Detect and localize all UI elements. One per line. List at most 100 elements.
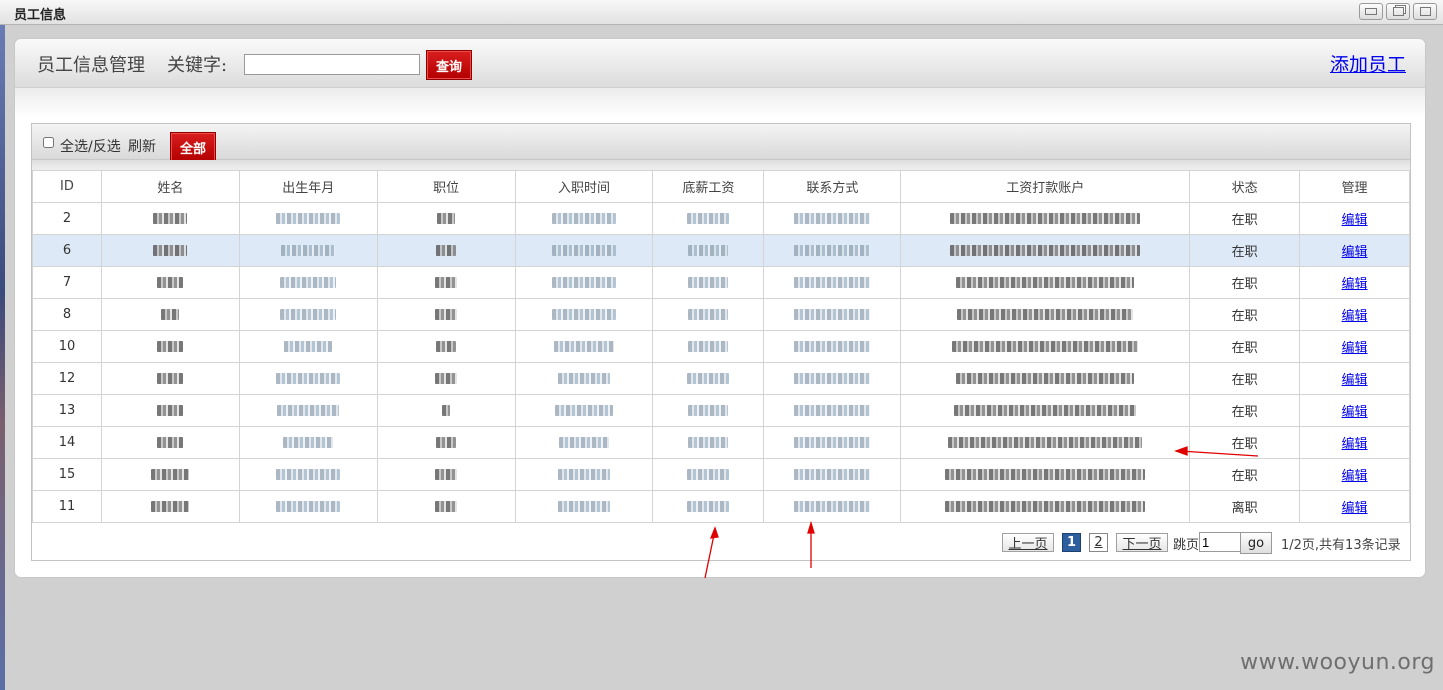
- cell-manage: 编辑: [1299, 298, 1410, 331]
- redacted-text: [688, 277, 729, 288]
- page-number-current[interactable]: 1: [1062, 533, 1081, 552]
- table-row[interactable]: 13 在职 编辑: [32, 394, 1410, 427]
- close-icon[interactable]: [1413, 3, 1437, 20]
- cell-name-masked: [100, 394, 240, 427]
- edit-link[interactable]: 编辑: [1342, 501, 1368, 516]
- table-header-row: ID 姓名 出生年月 职位 入职时间 底薪工资 联系方式 工资打款账户 状态 管…: [32, 170, 1410, 203]
- redacted-text: [957, 309, 1134, 320]
- redacted-text: [688, 437, 729, 448]
- employee-table: ID 姓名 出生年月 职位 入职时间 底薪工资 联系方式 工资打款账户 状态 管…: [32, 170, 1410, 523]
- cell-name-masked: [100, 330, 240, 363]
- edit-link[interactable]: 编辑: [1342, 309, 1368, 324]
- restore-icon[interactable]: [1386, 3, 1410, 20]
- column-header-contact[interactable]: 联系方式: [763, 170, 902, 203]
- cell-position-masked: [376, 234, 516, 267]
- cell-id: 8: [32, 298, 102, 331]
- redacted-text: [952, 341, 1139, 352]
- table-row[interactable]: 6 在职 编辑: [32, 234, 1410, 267]
- redacted-text: [436, 341, 457, 352]
- redacted-text: [153, 213, 188, 224]
- edit-link[interactable]: 编辑: [1342, 405, 1368, 420]
- column-header-hire-date[interactable]: 入职时间: [514, 170, 654, 203]
- table-row[interactable]: 10 在职 编辑: [32, 330, 1410, 363]
- column-header-id[interactable]: ID: [32, 170, 102, 203]
- table-row[interactable]: 2 在职 编辑: [32, 202, 1410, 235]
- add-employee-link[interactable]: 添加员工: [1330, 50, 1406, 77]
- column-header-status[interactable]: 状态: [1189, 170, 1301, 203]
- cell-id: 2: [32, 202, 102, 235]
- column-header-name[interactable]: 姓名: [100, 170, 240, 203]
- edit-link[interactable]: 编辑: [1342, 213, 1368, 228]
- table-row[interactable]: 11 离职 编辑: [32, 490, 1410, 523]
- redacted-text: [688, 245, 729, 256]
- table-row[interactable]: 12 在职 编辑: [32, 362, 1410, 395]
- cell-salary-masked: [652, 362, 765, 395]
- cell-birth-masked: [238, 490, 378, 523]
- cell-hire-date-masked: [514, 458, 654, 491]
- redacted-text: [276, 469, 341, 480]
- search-button[interactable]: 查询: [426, 50, 472, 80]
- redacted-text: [435, 501, 458, 512]
- cell-account-masked: [900, 490, 1191, 523]
- cell-contact-masked: [763, 458, 902, 491]
- redacted-text: [552, 277, 617, 288]
- cell-contact-masked: [763, 234, 902, 267]
- column-header-position[interactable]: 职位: [376, 170, 516, 203]
- cell-manage: 编辑: [1299, 234, 1410, 267]
- redacted-text: [687, 213, 730, 224]
- edit-link[interactable]: 编辑: [1342, 245, 1368, 260]
- redacted-text: [157, 277, 184, 288]
- edit-link[interactable]: 编辑: [1342, 469, 1368, 484]
- cell-salary-masked: [652, 490, 765, 523]
- table-body: 2 在职 编辑 6 在职 编辑 7 在职 编辑 8 在职 编辑 10 在职 编辑 12 在职 编辑 13 在职 编辑 14…: [32, 202, 1410, 523]
- cell-manage: 编辑: [1299, 426, 1410, 459]
- column-header-manage[interactable]: 管理: [1299, 170, 1410, 203]
- window-titlebar: 员工信息: [0, 0, 1443, 25]
- jump-page-input[interactable]: [1199, 532, 1241, 552]
- cell-id: 15: [32, 458, 102, 491]
- cell-position-masked: [376, 458, 516, 491]
- redacted-text: [435, 469, 458, 480]
- minimize-icon[interactable]: [1359, 3, 1383, 20]
- desktop-edge: [0, 25, 5, 690]
- table-row[interactable]: 14 在职 编辑: [32, 426, 1410, 459]
- redacted-text: [442, 405, 451, 416]
- watermark: www.wooyun.org: [1240, 650, 1435, 675]
- prev-page-button[interactable]: 上一页: [1002, 533, 1054, 552]
- redacted-text: [687, 373, 730, 384]
- column-header-payroll-account[interactable]: 工资打款账户: [900, 170, 1191, 203]
- redacted-text: [280, 277, 337, 288]
- table-row[interactable]: 15 在职 编辑: [32, 458, 1410, 491]
- cell-status: 在职: [1189, 426, 1301, 459]
- show-all-button[interactable]: 全部: [170, 132, 216, 162]
- cell-id: 11: [32, 490, 102, 523]
- refresh-link[interactable]: 刷新: [128, 136, 156, 156]
- column-header-base-salary[interactable]: 底薪工资: [652, 170, 765, 203]
- go-button[interactable]: go: [1240, 532, 1272, 554]
- redacted-text: [794, 341, 871, 352]
- table-row[interactable]: 8 在职 编辑: [32, 298, 1410, 331]
- cell-position-masked: [376, 266, 516, 299]
- edit-link[interactable]: 编辑: [1342, 437, 1368, 452]
- cell-account-masked: [900, 330, 1191, 363]
- select-all-checkbox[interactable]: [43, 137, 54, 148]
- edit-link[interactable]: 编辑: [1342, 341, 1368, 356]
- cell-contact-masked: [763, 490, 902, 523]
- cell-salary-masked: [652, 458, 765, 491]
- cell-hire-date-masked: [514, 298, 654, 331]
- cell-manage: 编辑: [1299, 394, 1410, 427]
- cell-account-masked: [900, 266, 1191, 299]
- cell-manage: 编辑: [1299, 202, 1410, 235]
- column-header-birth[interactable]: 出生年月: [238, 170, 378, 203]
- edit-link[interactable]: 编辑: [1342, 373, 1368, 388]
- cell-salary-masked: [652, 234, 765, 267]
- redacted-text: [161, 309, 180, 320]
- cell-birth-masked: [238, 266, 378, 299]
- next-page-button[interactable]: 下一页: [1116, 533, 1168, 552]
- select-all-label[interactable]: 全选/反选: [60, 136, 121, 156]
- cell-status: 在职: [1189, 458, 1301, 491]
- keyword-input[interactable]: [244, 54, 420, 75]
- page-number[interactable]: 2: [1089, 533, 1108, 552]
- edit-link[interactable]: 编辑: [1342, 277, 1368, 292]
- table-row[interactable]: 7 在职 编辑: [32, 266, 1410, 299]
